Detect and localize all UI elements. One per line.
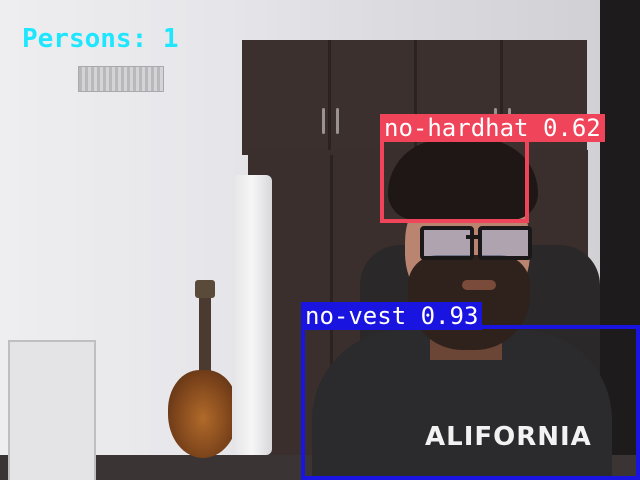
whiteboard — [8, 340, 96, 480]
cabinet-handle — [336, 108, 339, 134]
guitar — [168, 370, 238, 458]
glasses-left-lens — [420, 226, 474, 260]
cabinet-divider — [328, 40, 331, 155]
person-mouth — [462, 280, 496, 290]
camera-frame: ALIFORNIA Persons: 1 no-hardhat 0.62 no-… — [0, 0, 640, 480]
glasses-bridge — [466, 235, 480, 239]
no-hardhat-box — [380, 138, 529, 223]
towel — [232, 175, 272, 455]
no-vest-box — [301, 325, 640, 480]
no-hardhat-label: no-hardhat 0.62 — [380, 114, 605, 142]
glasses-right-lens — [478, 226, 532, 260]
cabinet-handle — [322, 108, 325, 134]
persons-count: Persons: 1 — [22, 24, 179, 54]
guitar-neck — [199, 290, 211, 380]
guitar-head — [195, 280, 215, 298]
no-vest-label: no-vest 0.93 — [301, 302, 483, 330]
air-vent — [78, 66, 164, 92]
